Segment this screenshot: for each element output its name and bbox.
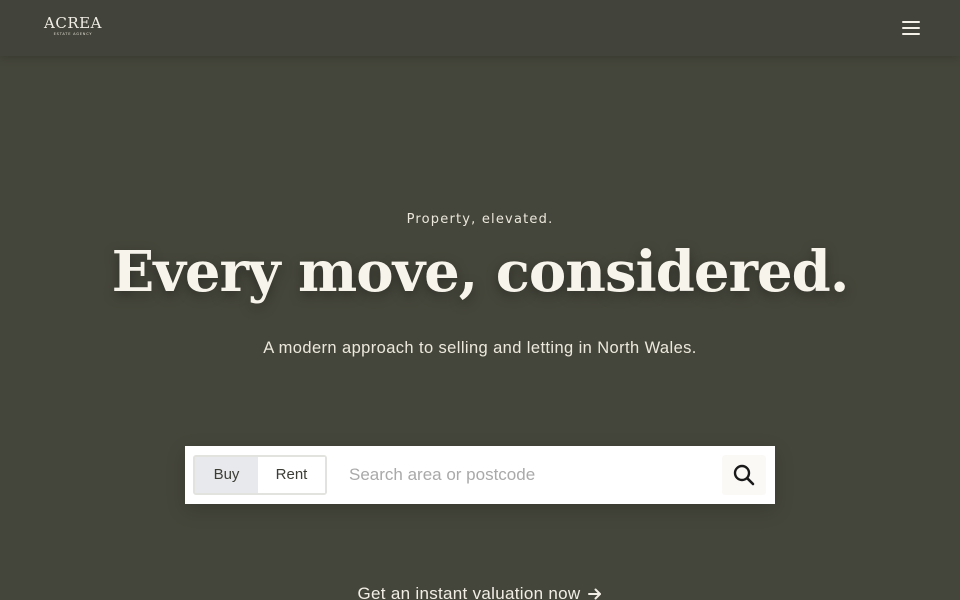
instant-valuation-link[interactable]: Get an instant valuation now [0, 584, 960, 600]
search-icon [733, 464, 755, 486]
logo-wordmark: ACREA [44, 14, 102, 32]
valuation-label: Get an instant valuation now [357, 584, 581, 600]
buy-tab[interactable]: Buy [195, 457, 258, 493]
hero-eyebrow: Property, elevated. [406, 212, 554, 227]
site-header: ACREA ESTATE AGENCY [0, 0, 960, 56]
rent-tab[interactable]: Rent [258, 457, 325, 493]
buy-rent-toggle: Buy Rent [193, 455, 327, 495]
hero-headline: Every move, considered. [111, 239, 850, 305]
arrow-right-icon [588, 588, 602, 600]
property-search-bar: Buy Rent [185, 446, 775, 504]
hero-subheadline: A modern approach to selling and letting… [263, 339, 697, 357]
search-button[interactable] [722, 455, 766, 495]
search-input[interactable] [339, 455, 709, 495]
acrea-logo[interactable]: ACREA ESTATE AGENCY [42, 15, 104, 41]
logo-tagline: ESTATE AGENCY [53, 32, 93, 36]
hamburger-menu-icon[interactable] [902, 20, 920, 35]
